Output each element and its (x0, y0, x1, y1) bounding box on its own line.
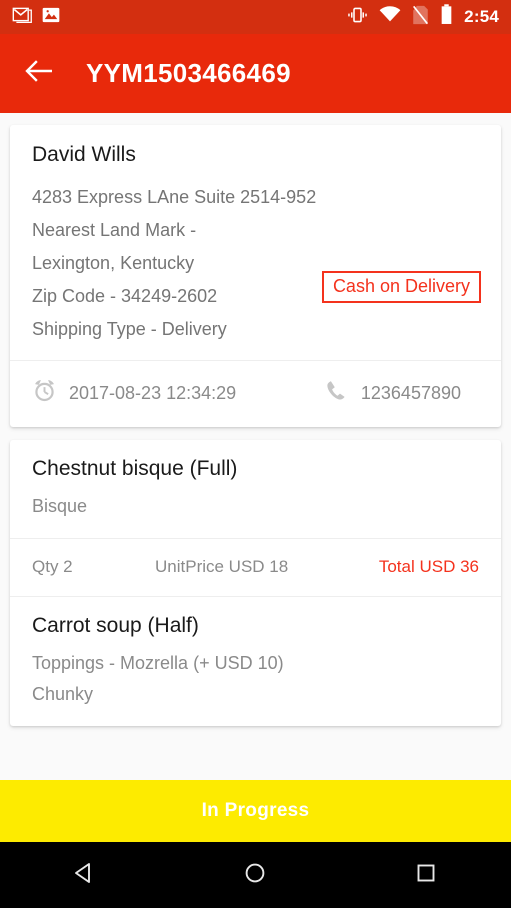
address-line: Shipping Type - Delivery (32, 319, 227, 339)
customer-name: David Wills (32, 143, 136, 166)
status-bar-notification-icons (12, 4, 61, 30)
address-line: 4283 Express LAne Suite 2514-952 (32, 187, 317, 207)
order-item: Carrot soup (Half) Toppings - Mozrella (… (10, 597, 501, 726)
item-name: Carrot soup (Half) (32, 614, 199, 637)
no-sim-icon (412, 5, 429, 30)
order-meta-row: 2017-08-23 12:34:29 1236457890 (10, 361, 501, 427)
order-status-button[interactable]: In Progress (0, 780, 511, 842)
status-bar-system-icons: 2:54 (347, 4, 499, 30)
nav-home-button[interactable] (170, 842, 340, 908)
system-status-bar: 2:54 (0, 0, 511, 34)
photo-icon (41, 5, 61, 30)
item-unit-price: UnitPrice USD 18 (155, 557, 289, 576)
item-subtitle: Chunky (32, 684, 94, 704)
nav-back-icon (72, 860, 98, 891)
app-bar: YYM1503466469 (0, 34, 511, 113)
nav-home-icon (242, 860, 268, 891)
address-block: 4283 Express LAne Suite 2514-952 Nearest… (32, 181, 481, 346)
nav-recents-icon (413, 860, 439, 891)
status-badge: In Progress (201, 800, 310, 821)
order-items-card: Chestnut bisque (Full) Bisque Qty 2 Unit… (10, 440, 501, 726)
payment-method-badge[interactable]: Cash on Delivery (321, 271, 481, 303)
phone-text: 1236457890 (360, 382, 461, 403)
nav-back-button[interactable] (0, 842, 170, 908)
customer-phone[interactable]: 1236457890 (324, 378, 479, 408)
item-subtitle: Toppings - Mozrella (+ USD 10) (32, 653, 284, 673)
address-line: Nearest Land Mark - (32, 220, 197, 240)
timestamp-text: 2017-08-23 12:34:29 (69, 382, 237, 403)
alarm-clock-icon (32, 378, 57, 408)
back-button[interactable] (18, 52, 62, 96)
order-detail-scroll-area[interactable]: David Wills 4283 Express LAne Suite 2514… (0, 113, 511, 780)
item-total: Total USD 36 (378, 557, 479, 576)
vibrate-icon (347, 6, 368, 29)
item-quantity: Qty 2 (32, 557, 73, 576)
customer-address-card: David Wills 4283 Express LAne Suite 2514… (10, 125, 501, 427)
item-price-row: Qty 2 UnitPrice USD 18 Total USD 36 (10, 539, 501, 596)
item-name: Chestnut bisque (Full) (32, 457, 238, 480)
status-bar-clock: 2:54 (464, 7, 499, 26)
item-subtitle: Bisque (32, 496, 88, 516)
wifi-icon (379, 6, 401, 28)
nav-recents-button[interactable] (341, 842, 511, 908)
gmail-icon (12, 4, 33, 30)
android-navigation-bar (0, 842, 511, 908)
page-title: YYM1503466469 (86, 58, 291, 88)
back-arrow-icon (25, 59, 55, 88)
order-item: Chestnut bisque (Full) Bisque (10, 440, 501, 538)
order-timestamp: 2017-08-23 12:34:29 (32, 378, 236, 408)
battery-icon (440, 4, 453, 30)
phone-icon (324, 378, 349, 408)
